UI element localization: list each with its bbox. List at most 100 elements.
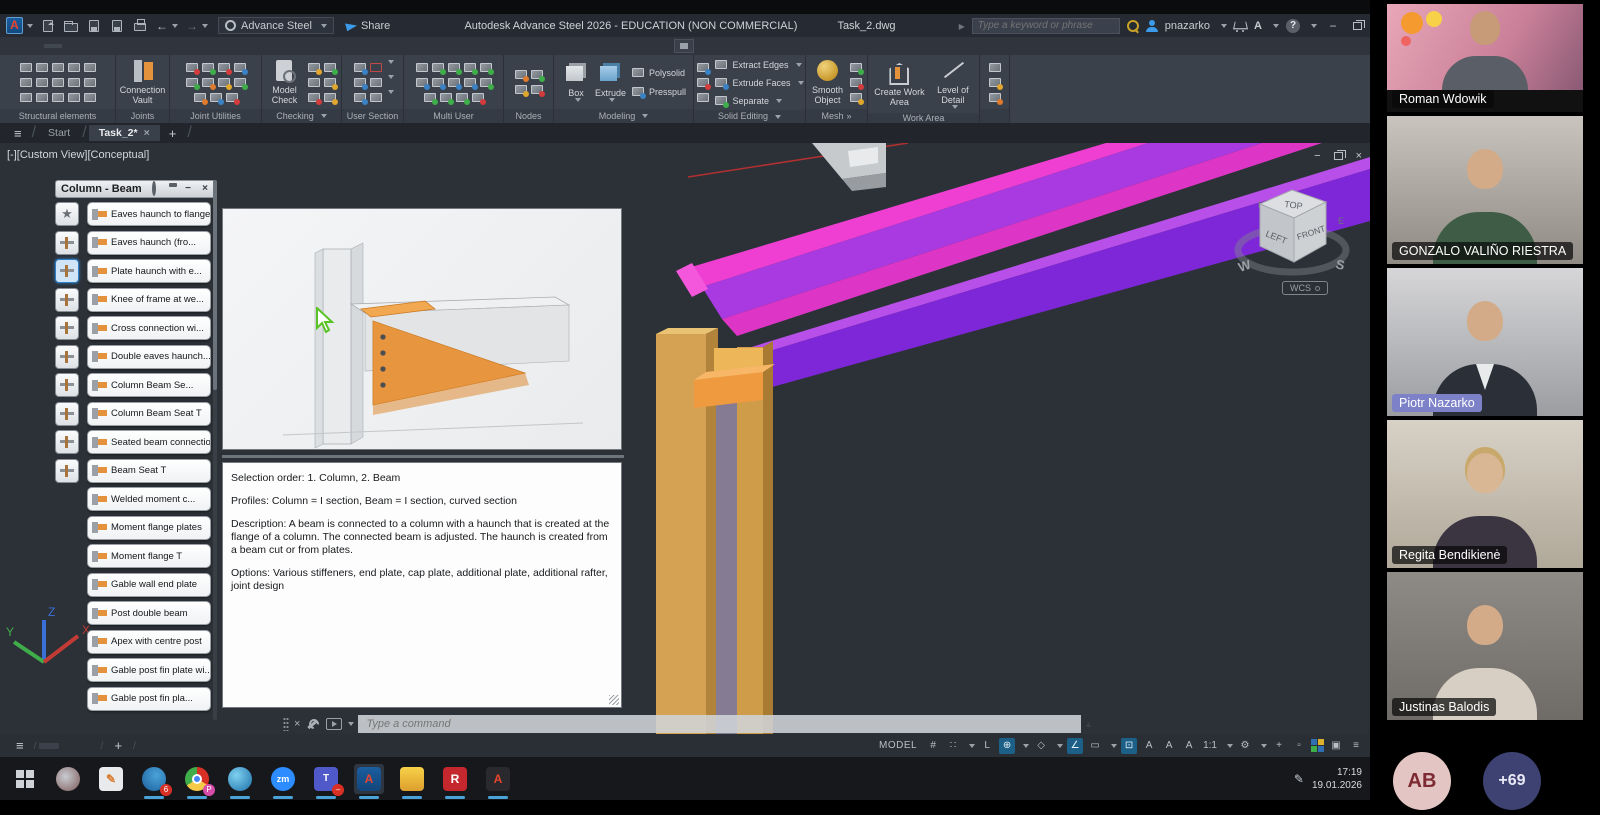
multiuser-icon[interactable] bbox=[447, 61, 461, 74]
plate-icon[interactable] bbox=[19, 91, 33, 104]
command-window-icon[interactable] bbox=[326, 718, 342, 730]
crosshair-icon[interactable]: + bbox=[1271, 738, 1287, 754]
model-check-button[interactable]: Model Check bbox=[265, 57, 304, 107]
grid-toggle-icon[interactable]: # bbox=[925, 738, 941, 754]
scale-value[interactable]: 1:1 bbox=[1201, 738, 1219, 754]
joint-utility-icon[interactable] bbox=[201, 76, 215, 89]
group-label[interactable]: Solid Editing bbox=[694, 110, 805, 123]
more-participants-avatar[interactable]: +69 bbox=[1483, 752, 1541, 810]
joint-utility-icon[interactable] bbox=[233, 76, 247, 89]
annotation-visibility-icon[interactable]: A bbox=[1141, 738, 1157, 754]
multiuser-icon[interactable] bbox=[463, 76, 477, 89]
curved-beam-icon[interactable] bbox=[67, 61, 81, 74]
check-icon[interactable] bbox=[323, 76, 337, 89]
chevron-down-icon[interactable] bbox=[172, 24, 178, 28]
connection-list-item[interactable]: Post double beam bbox=[87, 601, 211, 625]
taskbar-app-snip[interactable] bbox=[53, 764, 83, 794]
joint-utility-icon[interactable] bbox=[193, 91, 207, 104]
category-column-beam-icon[interactable] bbox=[55, 259, 79, 283]
open-file-icon[interactable] bbox=[63, 19, 79, 33]
start-button[interactable] bbox=[10, 764, 40, 794]
palette-pin-icon[interactable] bbox=[165, 183, 177, 195]
chevron-down-icon[interactable] bbox=[1023, 744, 1029, 748]
ribbon-tab[interactable] bbox=[134, 44, 152, 48]
workspace-switcher[interactable]: Advance Steel bbox=[218, 17, 334, 34]
category-splice-icon[interactable] bbox=[55, 316, 79, 340]
column-icon[interactable] bbox=[35, 61, 49, 74]
ribbon-tab[interactable] bbox=[62, 44, 80, 48]
layout-tab[interactable] bbox=[59, 743, 79, 749]
joint-utility-icon[interactable] bbox=[185, 61, 199, 74]
palette-close-icon[interactable]: × bbox=[199, 183, 211, 195]
close-tab-icon[interactable]: × bbox=[144, 127, 150, 139]
ribbon-tab[interactable] bbox=[80, 44, 98, 48]
bracing-icon[interactable] bbox=[19, 76, 33, 89]
chevron-down-icon[interactable] bbox=[1227, 744, 1233, 748]
command-customize-icon[interactable] bbox=[306, 718, 318, 730]
multiuser-icon[interactable] bbox=[423, 91, 437, 104]
command-history-icon[interactable]: ▲ bbox=[1084, 719, 1093, 729]
presspull-button[interactable]: Presspull bbox=[630, 84, 686, 99]
category-baseplate-icon[interactable] bbox=[55, 345, 79, 369]
solid-icon[interactable] bbox=[696, 76, 710, 89]
connection-list-item[interactable]: Eaves haunch to flange bbox=[87, 202, 211, 226]
polysolid-button[interactable]: Polysolid bbox=[630, 65, 685, 80]
settings-gear-icon[interactable]: ⚙ bbox=[1237, 738, 1253, 754]
chevron-down-icon[interactable] bbox=[348, 722, 354, 726]
beam-icon[interactable] bbox=[19, 61, 33, 74]
viewport-minimize-icon[interactable]: − bbox=[1314, 150, 1320, 162]
check-icon[interactable] bbox=[323, 91, 337, 104]
ortho-toggle-icon[interactable]: L bbox=[979, 738, 995, 754]
model-space-label[interactable]: MODEL bbox=[879, 740, 917, 751]
search-expand-icon[interactable]: ▸ bbox=[959, 19, 965, 33]
joint-utility-icon[interactable] bbox=[225, 91, 239, 104]
spiral-icon[interactable] bbox=[67, 76, 81, 89]
autodesk-icon[interactable]: A bbox=[1254, 20, 1262, 32]
ribbon-tab[interactable] bbox=[188, 44, 206, 48]
taskbar-app-advance-steel[interactable]: A bbox=[354, 764, 384, 794]
panel-splitter[interactable] bbox=[222, 455, 624, 458]
taskbar-app-explorer[interactable] bbox=[397, 764, 427, 794]
model-viewport[interactable]: [-][Custom View][Conceptual] − × bbox=[0, 143, 1370, 734]
participant-avatar[interactable]: AB bbox=[1393, 752, 1451, 810]
file-tabs-menu-icon[interactable]: ≡ bbox=[6, 126, 30, 141]
hardware-acceleration-icon[interactable] bbox=[1311, 739, 1324, 752]
connection-list-item[interactable]: Eaves haunch (fro... bbox=[87, 231, 211, 255]
ring-icon[interactable] bbox=[67, 91, 81, 104]
smooth-object-button[interactable]: Smooth Object bbox=[809, 57, 846, 107]
viewport-restore-icon[interactable] bbox=[1334, 152, 1343, 160]
palette-settings-icon[interactable] bbox=[148, 183, 160, 195]
category-purlin-icon[interactable] bbox=[55, 402, 79, 426]
save-icon[interactable] bbox=[86, 19, 102, 33]
ribbon-tab[interactable] bbox=[44, 44, 62, 48]
joint-utility-icon[interactable] bbox=[233, 61, 247, 74]
separate-button[interactable]: Separate bbox=[713, 93, 782, 108]
category-stairs-icon[interactable] bbox=[55, 430, 79, 454]
new-layout-icon[interactable]: + bbox=[105, 738, 131, 753]
ribbon-tab[interactable] bbox=[170, 44, 188, 48]
chevron-down-icon[interactable] bbox=[1311, 24, 1317, 28]
column2-side[interactable] bbox=[763, 341, 773, 734]
participant-video-tile[interactable]: GONZALO VALIÑO RIESTRA bbox=[1387, 116, 1583, 264]
mesh-more-icon[interactable] bbox=[849, 61, 863, 74]
category-platebeam-icon[interactable] bbox=[55, 231, 79, 255]
roof-icon[interactable] bbox=[51, 61, 65, 74]
check-icon[interactable] bbox=[307, 76, 321, 89]
check-icon[interactable] bbox=[307, 61, 321, 74]
taskbar-app-acrobat[interactable]: A bbox=[483, 764, 513, 794]
node-icon[interactable] bbox=[514, 83, 528, 96]
solid-icon[interactable] bbox=[696, 61, 710, 74]
connection-list-item[interactable]: Welded moment c... bbox=[87, 487, 211, 511]
grating-icon[interactable] bbox=[83, 76, 97, 89]
viewport-close-icon[interactable]: × bbox=[1356, 150, 1362, 162]
gable-icon[interactable] bbox=[51, 76, 65, 89]
dynamic-input-icon[interactable]: ▭ bbox=[1087, 738, 1103, 754]
connection-list-item[interactable]: Gable post fin plate wi... bbox=[87, 658, 211, 682]
joint-utility-icon[interactable] bbox=[201, 61, 215, 74]
participant-video-tile[interactable]: Piotr Nazarko bbox=[1387, 268, 1583, 416]
connection-list-item[interactable]: Cross connection wi... bbox=[87, 316, 211, 340]
plot-icon[interactable] bbox=[132, 19, 148, 33]
save-as-icon[interactable] bbox=[109, 19, 125, 33]
connection-list-item[interactable]: Moment flange T bbox=[87, 544, 211, 568]
annotation-scale-icon[interactable]: A bbox=[1181, 738, 1197, 754]
